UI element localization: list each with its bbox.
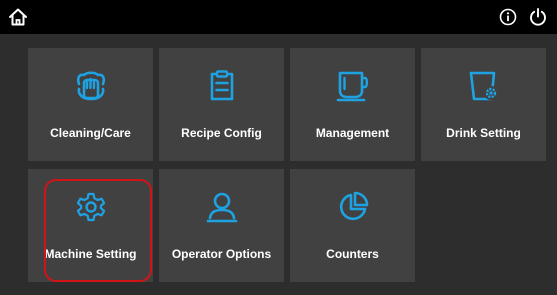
clipboard-icon <box>159 70 284 102</box>
tile-machine-setting[interactable]: Machine Setting <box>28 169 153 282</box>
cup-gear-icon <box>421 70 546 102</box>
tile-operator-options[interactable]: Operator Options <box>159 169 284 282</box>
home-icon[interactable] <box>6 5 30 29</box>
power-icon[interactable] <box>526 5 550 29</box>
tile-counters[interactable]: Counters <box>290 169 415 282</box>
pie-chart-icon <box>290 191 415 223</box>
tile-management[interactable]: Management <box>290 48 415 161</box>
tile-label: Cleaning/Care <box>50 126 131 140</box>
tile-label: Recipe Config <box>181 126 262 140</box>
hand-wash-icon <box>28 70 153 102</box>
info-icon[interactable] <box>496 5 520 29</box>
machine-menu-screen: Cleaning/Care Recipe Config Management D… <box>0 0 557 295</box>
tile-cleaning-care[interactable]: Cleaning/Care <box>28 48 153 161</box>
tile-drink-setting[interactable]: Drink Setting <box>421 48 546 161</box>
cup-icon <box>290 70 415 102</box>
tile-label: Operator Options <box>171 247 272 261</box>
gear-icon <box>28 191 153 223</box>
tile-label: Machine Setting <box>44 247 137 261</box>
tile-label: Counters <box>326 247 379 261</box>
tile-label: Drink Setting <box>446 126 521 140</box>
user-icon <box>159 191 284 223</box>
tile-label: Management <box>315 126 390 140</box>
menu-grid: Cleaning/Care Recipe Config Management D… <box>28 48 550 288</box>
top-bar <box>0 0 557 34</box>
tile-recipe-config[interactable]: Recipe Config <box>159 48 284 161</box>
